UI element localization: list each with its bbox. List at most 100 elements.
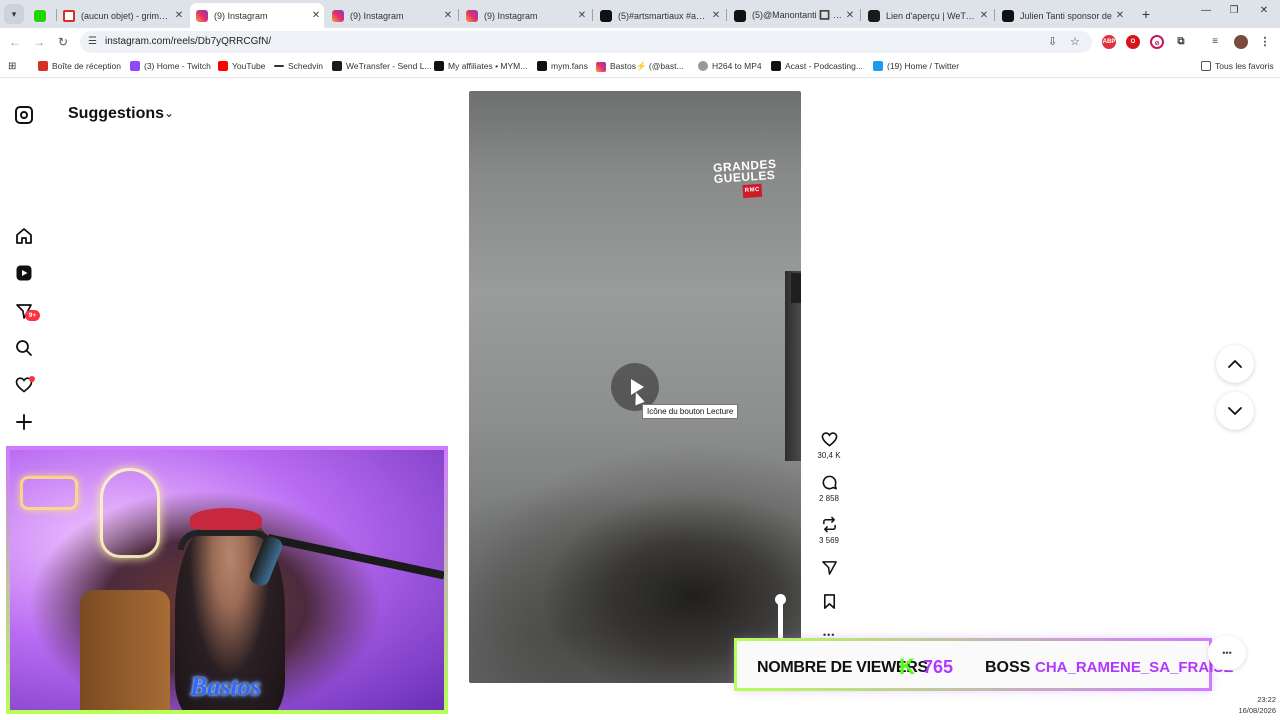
profile-avatar[interactable] bbox=[1234, 35, 1248, 49]
extensions-puzzle-icon[interactable]: ⧉ bbox=[1174, 35, 1188, 49]
apps-grid-icon[interactable]: ⊞ bbox=[8, 61, 16, 72]
messages-badge: 9+ bbox=[25, 310, 40, 321]
reload-icon[interactable]: ↻ bbox=[54, 33, 72, 51]
tab-wetransfer[interactable]: Lien d'aperçu | WeTransf ✕ bbox=[862, 3, 992, 28]
tab-label: (5)#artsmartiaux #analys bbox=[618, 10, 708, 21]
chevron-down-icon[interactable]: ⌄ bbox=[164, 106, 174, 120]
browser-menu-icon[interactable]: ⋮ bbox=[1258, 35, 1272, 49]
schedvin-icon bbox=[274, 65, 284, 67]
notification-dot bbox=[29, 376, 35, 382]
like-count: 30,4 K bbox=[817, 451, 841, 460]
watermark-tag: RMC bbox=[742, 183, 763, 199]
site-info-icon[interactable]: ☰ bbox=[88, 36, 97, 47]
tab-search-icon[interactable]: ▾ bbox=[4, 4, 24, 24]
media-controls-icon[interactable]: ≡ bbox=[1208, 35, 1222, 49]
block-extension-icon[interactable]: ⊘ bbox=[1150, 35, 1164, 49]
acast-icon bbox=[771, 61, 781, 71]
globe-icon bbox=[698, 61, 708, 71]
mym-icon bbox=[434, 61, 444, 71]
viewers-count: 765 bbox=[923, 657, 954, 677]
wetransfer-icon bbox=[868, 9, 880, 22]
share-icon[interactable] bbox=[820, 558, 838, 576]
bookmark-item[interactable]: YouTube bbox=[218, 61, 265, 71]
url-text[interactable]: instagram.com/reels/Db7yQRRCGfN/ bbox=[105, 36, 271, 47]
gmail-icon bbox=[63, 9, 75, 22]
tab-close-icon[interactable]: ✕ bbox=[574, 10, 590, 21]
bookmarks-bar: ⊞ Boîte de réception (3) Home - Twitch Y… bbox=[0, 56, 1280, 78]
save-bookmark-icon[interactable] bbox=[820, 592, 838, 610]
bookmark-item[interactable]: (19) Home / Twitter bbox=[873, 61, 959, 71]
tab-bar: ▾ (aucun objet) - grimalba ✕ (9) Instagr… bbox=[0, 0, 1280, 28]
tab-close-icon[interactable]: ✕ bbox=[171, 10, 187, 21]
bookmark-item[interactable]: My affiliates • MYM... bbox=[434, 61, 527, 71]
volume-slider[interactable] bbox=[778, 600, 783, 640]
repost-count: 3 569 bbox=[818, 536, 840, 545]
volume-slider-handle[interactable] bbox=[775, 594, 786, 605]
adblock-extension-icon[interactable]: ABP bbox=[1102, 35, 1116, 49]
create-plus-icon[interactable] bbox=[14, 412, 34, 432]
boss-name: CHA_RAMENE_SA_FRAISE bbox=[1035, 659, 1234, 676]
comment-icon[interactable] bbox=[820, 473, 838, 491]
new-tab-button[interactable]: + bbox=[1136, 4, 1156, 24]
tab-close-icon[interactable]: ✕ bbox=[976, 10, 992, 21]
chevron-down-icon bbox=[1228, 407, 1242, 415]
instagram-icon bbox=[596, 61, 606, 72]
twitter-icon bbox=[873, 61, 883, 71]
tab-label: (9) Instagram bbox=[214, 10, 268, 21]
tab-tiktok[interactable]: (5)@Manontanti 🔲 | TikT ✕ bbox=[728, 3, 858, 28]
back-icon[interactable]: ← bbox=[6, 33, 24, 51]
streamer-webcam: Bastos bbox=[6, 446, 448, 714]
system-clock: 23:22 16/08/2026 bbox=[1224, 694, 1276, 716]
bookmark-item[interactable]: Boîte de réception bbox=[38, 61, 121, 71]
previous-reel-button[interactable] bbox=[1216, 345, 1254, 383]
tab-instagram[interactable]: (9) Instagram ✕ bbox=[460, 3, 590, 28]
suggestions-title[interactable]: Suggestions bbox=[68, 105, 164, 123]
tab-label: Lien d'aperçu | WeTransf bbox=[886, 10, 976, 21]
tab-close-icon[interactable]: ✕ bbox=[440, 10, 456, 21]
bookmark-item[interactable]: WeTransfer - Send L... bbox=[332, 61, 432, 71]
address-bar[interactable]: ☰ instagram.com/reels/Db7yQRRCGfN/ ⇩ ☆ bbox=[80, 31, 1092, 53]
clock-time: 23:22 bbox=[1257, 695, 1276, 704]
bookmark-item[interactable]: Bastos⚡ (@bast... bbox=[596, 61, 684, 72]
bookmark-item[interactable]: Acast - Podcasting... bbox=[771, 61, 863, 71]
close-window-icon[interactable]: ✕ bbox=[1254, 5, 1274, 16]
play-button-tooltip: Icône du bouton Lecture bbox=[642, 404, 739, 419]
tab-tiktok[interactable]: Julien Tanti sponsor de ✕ bbox=[996, 3, 1128, 28]
bookmark-item[interactable]: Schedvin bbox=[274, 61, 323, 71]
install-app-icon[interactable]: ⇩ bbox=[1048, 35, 1057, 48]
all-bookmarks-folder[interactable]: Tous les favoris bbox=[1201, 61, 1274, 71]
minimize-icon[interactable]: — bbox=[1196, 5, 1216, 16]
forward-icon[interactable]: → bbox=[30, 33, 48, 51]
neon-sign-decor bbox=[20, 476, 78, 510]
next-reel-button[interactable] bbox=[1216, 392, 1254, 430]
youtube-icon bbox=[218, 61, 228, 71]
bookmark-star-icon[interactable]: ☆ bbox=[1070, 35, 1080, 48]
bookmark-item[interactable]: (3) Home - Twitch bbox=[130, 61, 211, 71]
tab-close-icon[interactable]: ✕ bbox=[308, 10, 324, 21]
tab-instagram-active[interactable]: (9) Instagram ✕ bbox=[190, 3, 324, 28]
instagram-logo-icon[interactable] bbox=[15, 106, 33, 124]
tab-close-icon[interactable]: ✕ bbox=[842, 10, 858, 21]
tab-label: Julien Tanti sponsor de bbox=[1020, 10, 1112, 21]
bookmark-item[interactable]: H264 to MP4 bbox=[698, 61, 762, 71]
bookmark-item[interactable]: mym.fans bbox=[537, 61, 588, 71]
maximize-icon[interactable]: ❐ bbox=[1224, 5, 1244, 16]
tab-instagram[interactable]: (9) Instagram ✕ bbox=[326, 3, 456, 28]
messages-bubble-button[interactable]: ••• bbox=[1208, 636, 1246, 670]
tab-gmail[interactable]: (aucun objet) - grimalba ✕ bbox=[57, 3, 187, 28]
home-icon[interactable] bbox=[14, 226, 34, 246]
tab-tiktok[interactable]: (5)#artsmartiaux #analys ✕ bbox=[594, 3, 724, 28]
repost-icon[interactable] bbox=[820, 515, 838, 533]
reels-icon[interactable] bbox=[14, 263, 34, 283]
tab-kick[interactable] bbox=[28, 3, 56, 28]
tab-close-icon[interactable]: ✕ bbox=[1112, 10, 1128, 21]
kick-icon bbox=[34, 9, 46, 22]
video-pier-cap bbox=[791, 273, 801, 303]
mym-icon bbox=[537, 61, 547, 71]
search-icon[interactable] bbox=[14, 338, 34, 358]
instagram-icon bbox=[332, 9, 344, 22]
tab-close-icon[interactable]: ✕ bbox=[708, 10, 724, 21]
opera-extension-icon[interactable]: O bbox=[1126, 35, 1140, 49]
twitch-icon bbox=[130, 61, 140, 71]
like-heart-icon[interactable] bbox=[820, 430, 838, 448]
